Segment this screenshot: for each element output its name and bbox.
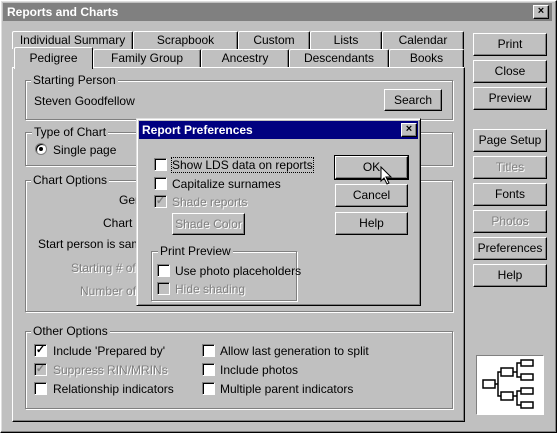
search-button[interactable]: Search	[384, 89, 442, 111]
tab-label: Pedigree	[29, 51, 78, 65]
window-close-button[interactable]: ×	[533, 5, 549, 19]
allow-last-generation-label: Allow last generation to split	[220, 344, 369, 358]
dialog-title: Report Preferences	[142, 123, 253, 137]
preferences-button[interactable]: Preferences	[473, 237, 547, 260]
dialog-titlebar: Report Preferences	[139, 121, 418, 139]
suppress-rin-label: Suppress RIN/MRINs	[53, 363, 168, 377]
dialog-help-label: Help	[359, 216, 384, 230]
shade-reports-checkbox: ✓	[154, 195, 167, 208]
starting-person-name: Steven Goodfellow	[34, 94, 135, 108]
hide-shading-checkbox	[157, 282, 170, 295]
tab-descendants[interactable]: Descendants	[289, 49, 389, 67]
window-titlebar: Reports and Charts	[3, 3, 552, 21]
cancel-label: Cancel	[352, 188, 391, 202]
preview-button[interactable]: Preview	[473, 87, 547, 110]
mouse-cursor-icon	[380, 166, 393, 185]
tab-family-group[interactable]: Family Group	[93, 49, 201, 67]
dialog-close-button[interactable]: ×	[401, 123, 417, 137]
titles-label: Titles	[495, 160, 525, 174]
single-page-radio[interactable]	[35, 143, 47, 155]
use-photo-placeholders-checkbox[interactable]	[157, 264, 170, 277]
ok-label: OK	[362, 160, 381, 174]
relationship-indicators-label: Relationship indicators	[53, 382, 174, 396]
chart-option-starting-number-label: Starting # of c	[71, 261, 146, 275]
dialog-help-button[interactable]: Help	[335, 212, 408, 235]
tab-label: Ancestry	[221, 51, 269, 65]
photos-label: Photos	[491, 214, 529, 228]
help-button[interactable]: Help	[473, 264, 547, 287]
multiple-parent-indicators-checkbox[interactable]	[202, 382, 215, 395]
multiple-parent-indicators-label: Multiple parent indicators	[220, 382, 354, 396]
single-page-label: Single page	[53, 143, 117, 157]
starting-person-title: Starting Person	[31, 73, 118, 87]
tab-books[interactable]: Books	[389, 49, 464, 67]
fonts-label: Fonts	[494, 187, 525, 201]
titles-button[interactable]: Titles	[473, 156, 547, 179]
tab-label: Scrapbook	[156, 33, 215, 47]
hide-shading-label: Hide shading	[175, 282, 246, 296]
use-photo-placeholders-label: Use photo placeholders	[175, 264, 302, 278]
tab-label: Lists	[333, 33, 359, 47]
show-lds-label: Show LDS data on reports	[171, 157, 314, 173]
relationship-indicators-checkbox[interactable]	[34, 382, 47, 395]
help-label: Help	[497, 268, 523, 282]
pedigree-diagram-icon	[482, 359, 534, 409]
show-lds-checkbox[interactable]	[154, 158, 167, 171]
report-preferences-dialog: Report Preferences × Show LDS data on re…	[136, 118, 421, 306]
close-label: Close	[494, 64, 526, 78]
include-photos-checkbox[interactable]	[202, 363, 215, 376]
include-prepared-by-label: Include 'Prepared by'	[53, 344, 165, 358]
photos-button[interactable]: Photos	[473, 210, 547, 233]
preview-label: Preview	[488, 91, 532, 105]
capitalize-surnames-label: Capitalize surnames	[172, 177, 281, 191]
search-label: Search	[393, 93, 433, 107]
shade-color-label: Shade Color	[175, 217, 242, 231]
tab-scrapbook[interactable]: Scrapbook	[133, 31, 238, 49]
tab-ancestry[interactable]: Ancestry	[201, 49, 289, 67]
page-setup-button[interactable]: Page Setup	[473, 129, 547, 152]
cancel-button[interactable]: Cancel	[335, 184, 408, 207]
shade-reports-label: Shade reports	[172, 195, 248, 209]
allow-last-generation-checkbox[interactable]	[202, 344, 215, 357]
close-icon: ×	[537, 5, 545, 17]
tab-custom[interactable]: Custom	[238, 31, 310, 49]
window-title: Reports and Charts	[7, 5, 119, 19]
print-button[interactable]: Print	[473, 33, 547, 56]
tab-calendar[interactable]: Calendar	[382, 31, 464, 49]
close-button[interactable]: Close	[473, 60, 547, 83]
tab-label: Family Group	[110, 51, 184, 65]
tab-label: Custom	[253, 33, 295, 47]
tab-label: Books	[409, 51, 444, 65]
tab-label: Descendants	[303, 51, 375, 65]
tab-label: Calendar	[398, 33, 448, 47]
pedigree-chart-icon	[476, 355, 544, 415]
other-options-title: Other Options	[31, 324, 110, 338]
chart-option-start-person-label: Start person is same	[38, 237, 149, 251]
shade-color-button[interactable]: Shade Color	[172, 213, 245, 235]
ok-button[interactable]: OK	[334, 155, 409, 180]
type-of-chart-title: Type of Chart	[32, 125, 109, 139]
tab-pedigree[interactable]: Pedigree	[14, 47, 93, 69]
close-icon: ×	[405, 123, 413, 135]
include-photos-label: Include photos	[220, 363, 299, 377]
print-label: Print	[497, 37, 523, 51]
page-setup-label: Page Setup	[478, 133, 542, 147]
capitalize-surnames-checkbox[interactable]	[154, 177, 167, 190]
include-prepared-by-checkbox[interactable]: ✓	[34, 344, 47, 357]
print-preview-title: Print Preview	[158, 244, 233, 258]
tab-lists[interactable]: Lists	[310, 31, 382, 49]
chart-options-title: Chart Options	[31, 173, 110, 187]
suppress-rin-checkbox: ✓	[34, 363, 47, 376]
fonts-button[interactable]: Fonts	[473, 183, 547, 206]
preferences-label: Preferences	[477, 241, 543, 255]
tab-label: Individual Summary	[19, 33, 126, 47]
